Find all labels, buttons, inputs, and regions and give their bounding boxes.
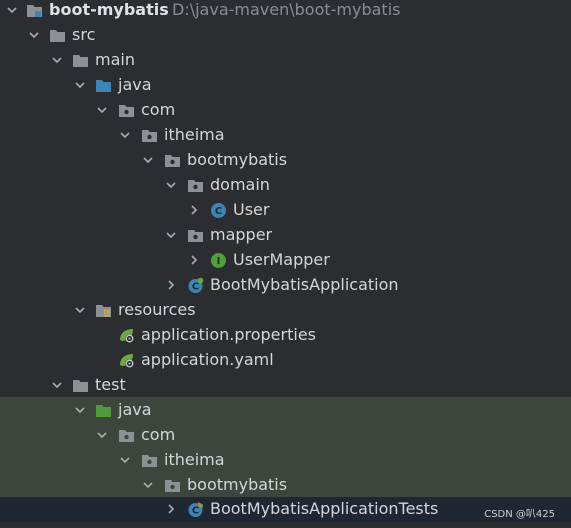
folder-icon <box>72 52 89 69</box>
tree-row-application-yaml[interactable]: application.yaml <box>0 348 571 373</box>
bottom-strip <box>0 522 571 528</box>
tree-label-bootmybatisapplication: BootMybatisApplication <box>210 275 399 294</box>
tree-label-test-bootmybatis: bootmybatis <box>187 475 288 494</box>
svg-text:C: C <box>192 282 199 293</box>
chevron-right-icon[interactable] <box>188 204 200 216</box>
package-icon <box>141 127 158 144</box>
tree-row-main-bootmybatis[interactable]: bootmybatis <box>0 148 571 173</box>
watermark: CSDN @叭425 <box>484 509 555 520</box>
resources-root-icon <box>95 302 112 319</box>
tree-row-test-itheima[interactable]: itheima <box>0 448 571 473</box>
tree-label-application-yaml: application.yaml <box>141 350 274 369</box>
chevron-down-icon[interactable] <box>28 29 40 41</box>
chevron-down-icon[interactable] <box>119 454 131 466</box>
package-icon <box>118 427 135 444</box>
interface-icon: I <box>210 252 227 269</box>
project-path: D:\java-maven\boot-mybatis <box>172 0 401 19</box>
test-class-icon: C <box>187 501 204 518</box>
tree-row-test-java[interactable]: java <box>0 397 571 423</box>
project-name: boot-mybatis <box>49 0 169 19</box>
tree-row-application-properties[interactable]: application.properties <box>0 323 571 348</box>
tree-label-resources: resources <box>118 300 196 319</box>
tree-row-main[interactable]: main <box>0 48 571 73</box>
chevron-down-icon[interactable] <box>96 429 108 441</box>
tree-label-domain: domain <box>210 175 270 194</box>
package-icon <box>187 177 204 194</box>
tree-label-test-java: java <box>118 400 152 419</box>
module-folder-icon <box>26 2 43 19</box>
tree-row-main-itheima[interactable]: itheima <box>0 123 571 148</box>
chevron-down-icon[interactable] <box>74 304 86 316</box>
tree-label-test-com: com <box>141 425 176 444</box>
tree-row-main-com[interactable]: com <box>0 98 571 123</box>
tree-label-main: main <box>95 50 135 69</box>
spring-boot-class-icon: C <box>187 277 204 294</box>
chevron-down-icon[interactable] <box>119 129 131 141</box>
tree-label-mapper: mapper <box>210 225 273 244</box>
package-icon <box>164 152 181 169</box>
tree-row-resources[interactable]: resources <box>0 298 571 323</box>
tree-label-application-properties: application.properties <box>141 325 316 344</box>
chevron-down-icon[interactable] <box>51 379 63 391</box>
tree-label-src: src <box>72 25 96 44</box>
spring-config-icon <box>118 327 135 344</box>
chevron-down-icon[interactable] <box>142 154 154 166</box>
class-icon: C <box>210 202 227 219</box>
tree-label-user: User <box>233 200 270 219</box>
folder-icon <box>49 27 66 44</box>
tree-row-domain[interactable]: domain <box>0 173 571 198</box>
package-icon <box>141 452 158 469</box>
test-root-icon <box>95 402 112 419</box>
tree-row-test-bootmybatis[interactable]: bootmybatis <box>0 473 571 498</box>
tree-row-bootmybatisapplication[interactable]: C BootMybatisApplication <box>0 273 571 298</box>
tree-row-src[interactable]: src <box>0 23 571 48</box>
svg-text:C: C <box>215 206 222 217</box>
chevron-right-icon[interactable] <box>165 279 177 291</box>
project-tree: boot-mybatis D:\java-maven\boot-mybatis … <box>0 0 571 528</box>
chevron-down-icon[interactable] <box>74 404 86 416</box>
tree-row-user[interactable]: C User <box>0 198 571 223</box>
spring-config-icon <box>118 352 135 369</box>
chevron-down-icon[interactable] <box>142 479 154 491</box>
chevron-down-icon[interactable] <box>6 4 18 16</box>
chevron-right-icon[interactable] <box>188 254 200 266</box>
svg-text:C: C <box>192 506 199 517</box>
chevron-down-icon[interactable] <box>74 79 86 91</box>
source-root-icon <box>95 77 112 94</box>
svg-text:I: I <box>217 256 221 267</box>
chevron-down-icon[interactable] <box>51 54 63 66</box>
tree-row-main-java[interactable]: java <box>0 73 571 98</box>
tree-row-project[interactable]: boot-mybatis D:\java-maven\boot-mybatis <box>0 0 571 23</box>
tree-row-usermapper[interactable]: I UserMapper <box>0 248 571 273</box>
package-icon <box>118 102 135 119</box>
tree-label-test-itheima: itheima <box>164 450 225 469</box>
folder-icon <box>72 377 89 394</box>
chevron-down-icon[interactable] <box>165 229 177 241</box>
tree-label-main-com: com <box>141 100 176 119</box>
package-icon <box>187 227 204 244</box>
tree-label-usermapper: UserMapper <box>233 250 330 269</box>
chevron-down-icon[interactable] <box>165 179 177 191</box>
tree-row-test-com[interactable]: com <box>0 423 571 448</box>
tree-label-bootmybatisapplicationtests: BootMybatisApplicationTests <box>210 499 439 518</box>
tree-row-mapper[interactable]: mapper <box>0 223 571 248</box>
tree-label-main-bootmybatis: bootmybatis <box>187 150 288 169</box>
tree-label-main-java: java <box>118 75 152 94</box>
package-icon <box>164 477 181 494</box>
chevron-down-icon[interactable] <box>96 104 108 116</box>
tree-label-main-itheima: itheima <box>164 125 225 144</box>
chevron-right-icon[interactable] <box>165 503 177 515</box>
tree-label-test: test <box>95 375 126 394</box>
tree-row-test[interactable]: test <box>0 373 571 398</box>
